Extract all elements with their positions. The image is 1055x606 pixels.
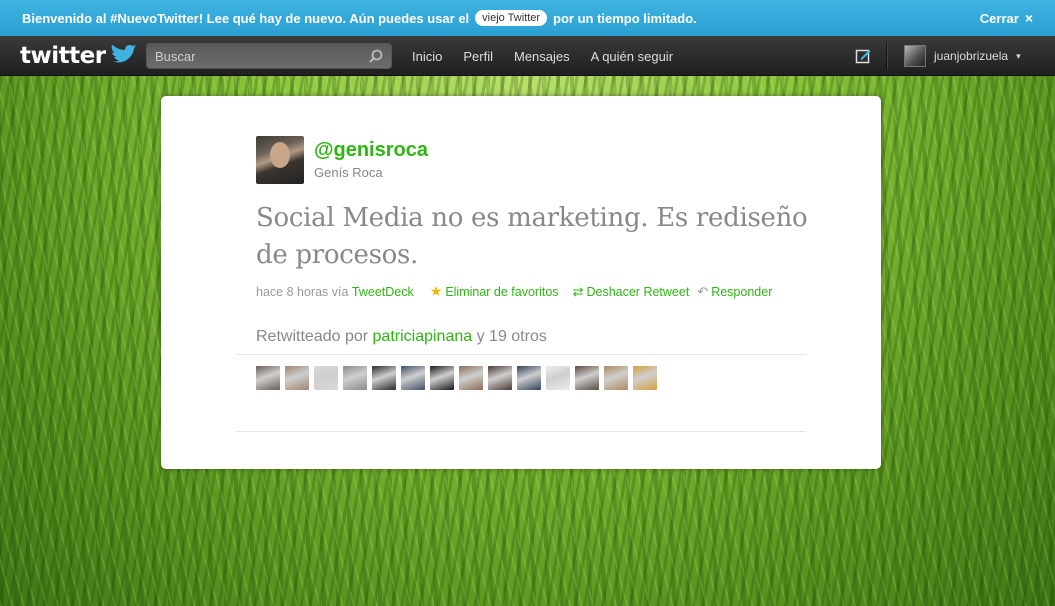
tweet-time[interactable]: hace 8 horas vía	[256, 285, 348, 299]
retweet-icon: ⇄	[572, 283, 584, 299]
banner-close-button[interactable]: Cerrar ×	[980, 10, 1033, 26]
user-menu[interactable]: juanjobrizuela ▾	[904, 36, 1021, 76]
compose-tweet-icon[interactable]	[855, 48, 871, 64]
logo-text: twitter	[20, 43, 106, 69]
retweeter-avatar[interactable]	[633, 366, 657, 390]
tweet-card: @genisroca Genís Roca Social Media no es…	[161, 96, 881, 469]
unfavorite-label: Eliminar de favoritos	[445, 284, 559, 299]
retweeter-avatars	[256, 366, 657, 390]
reply-label: Responder	[711, 284, 773, 299]
nav-perfil[interactable]: Perfil	[463, 49, 493, 64]
topbar-separator	[886, 42, 887, 70]
search-placeholder: Buscar	[155, 48, 196, 64]
undo-retweet-button[interactable]: ⇄ Deshacer Retweet	[573, 284, 690, 300]
bird-icon	[109, 45, 137, 63]
reply-icon: ↶	[697, 283, 709, 299]
announcement-banner: Bienvenido al #NuevoTwitter! Lee qué hay…	[0, 0, 1055, 36]
divider	[236, 431, 806, 432]
banner-text-start: Bienvenido al #NuevoTwitter! Lee qué hay…	[22, 10, 470, 26]
retweeter-avatar[interactable]	[575, 366, 599, 390]
author-handle[interactable]: @genisroca	[314, 139, 428, 162]
retweeter-avatar[interactable]	[343, 366, 367, 390]
avatar-face	[270, 142, 290, 168]
close-icon: ×	[1024, 10, 1033, 26]
divider	[236, 354, 806, 355]
close-label: Cerrar	[979, 10, 1019, 26]
retweeted-by: Retwitteado por patriciapinana y 19 otro…	[256, 328, 547, 346]
tweet-meta: hace 8 horas vía TweetDeck ★ Eliminar de…	[256, 283, 772, 300]
star-icon: ★	[429, 283, 443, 299]
retweeted-by-prefix: Retwitteado por	[256, 328, 369, 345]
retweeter-avatar[interactable]	[517, 366, 541, 390]
top-navigation-bar: twitter Buscar Inicio Perfil Mensajes A …	[0, 36, 1055, 76]
twitter-logo[interactable]: twitter	[20, 43, 138, 69]
banner-message: Bienvenido al #NuevoTwitter! Lee qué hay…	[22, 10, 697, 26]
search-icon[interactable]	[369, 49, 383, 63]
nav-inicio[interactable]: Inicio	[412, 49, 442, 64]
nav-mensajes[interactable]: Mensajes	[514, 49, 570, 64]
retweeted-by-suffix: y 19 otros	[476, 328, 547, 345]
retweeter-avatar[interactable]	[546, 366, 570, 390]
undo-retweet-label: Deshacer Retweet	[586, 284, 690, 299]
retweeter-link[interactable]: patriciapinana	[373, 328, 473, 345]
nav-a-quien-seguir[interactable]: A quién seguir	[591, 49, 673, 64]
retweeter-avatar[interactable]	[604, 366, 628, 390]
user-avatar	[904, 45, 926, 67]
tweet-source-link[interactable]: TweetDeck	[352, 285, 414, 299]
retweeter-avatar[interactable]	[372, 366, 396, 390]
username: juanjobrizuela	[934, 49, 1009, 63]
banner-text-end: por un tiempo limitado.	[553, 10, 697, 26]
search-input[interactable]: Buscar	[146, 43, 392, 69]
author-avatar[interactable]	[256, 136, 304, 184]
old-twitter-link[interactable]: viejo Twitter	[475, 10, 548, 26]
chevron-down-icon: ▾	[1016, 50, 1021, 61]
retweeter-avatar[interactable]	[314, 366, 338, 390]
main-nav: Inicio Perfil Mensajes A quién seguir	[412, 36, 673, 76]
retweeter-avatar[interactable]	[488, 366, 512, 390]
author-name: Genís Roca	[314, 165, 383, 180]
retweeter-avatar[interactable]	[430, 366, 454, 390]
retweeter-avatar[interactable]	[285, 366, 309, 390]
tweet-text: Social Media no es marketing. Es rediseñ…	[256, 203, 808, 270]
reply-button[interactable]: ↶ Responder	[697, 284, 772, 300]
retweeter-avatar[interactable]	[401, 366, 425, 390]
retweeter-avatar[interactable]	[256, 366, 280, 390]
unfavorite-button[interactable]: ★ Eliminar de favoritos	[430, 283, 559, 300]
retweeter-avatar[interactable]	[459, 366, 483, 390]
